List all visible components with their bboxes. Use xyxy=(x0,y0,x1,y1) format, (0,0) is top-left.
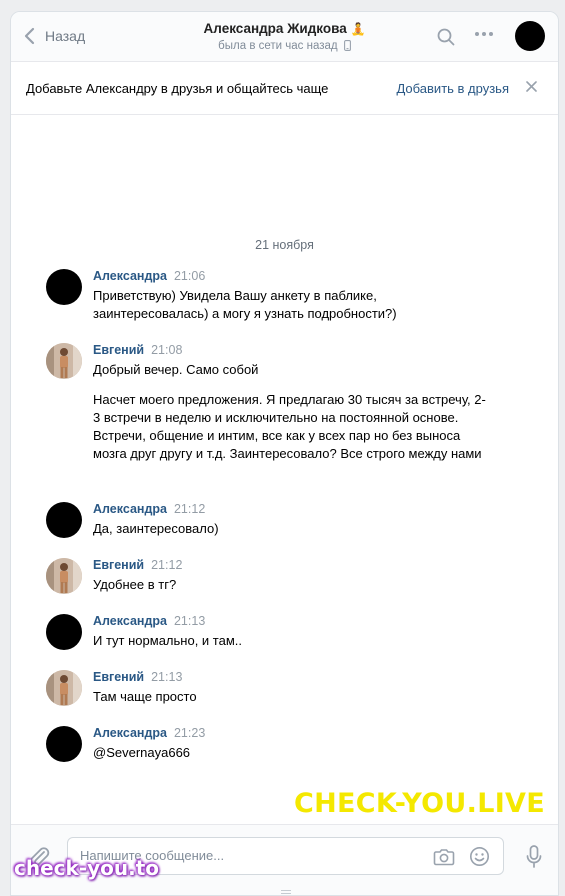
banner-text: Добавьте Александру в друзья и общайтесь… xyxy=(26,81,329,96)
message-paragraph: И тут нормально, и там.. xyxy=(93,633,242,648)
message-time[interactable]: 21:06 xyxy=(174,269,205,283)
close-icon[interactable] xyxy=(526,81,537,92)
author-avatar[interactable] xyxy=(46,343,82,379)
phone-icon xyxy=(343,40,351,51)
message-time[interactable]: 21:13 xyxy=(151,670,182,684)
contact-avatar[interactable] xyxy=(515,21,545,51)
message-time[interactable]: 21:08 xyxy=(151,343,182,357)
author-name[interactable]: Александра xyxy=(93,726,167,740)
message-paragraph: Удобнее в тг? xyxy=(93,577,177,592)
author-name[interactable]: Александра xyxy=(93,269,167,283)
author-name[interactable]: Евгений xyxy=(93,558,144,572)
chat-header: Назад Александра Жидкова 🧘 была в сети ч… xyxy=(11,12,558,62)
message-text: Там чаще просто xyxy=(93,688,493,706)
message-meta: Евгений 21:12 xyxy=(93,558,182,572)
message-paragraph: Приветствую) Увидела Вашу анкету в пабли… xyxy=(93,288,397,321)
author-name[interactable]: Александра xyxy=(93,614,167,628)
message-time[interactable]: 21:12 xyxy=(151,558,182,572)
person-photo-icon xyxy=(46,670,82,706)
message-text: И тут нормально, и там.. xyxy=(93,632,493,650)
date-divider: 21 ноября xyxy=(255,238,314,252)
message-paragraph: Там чаще просто xyxy=(93,689,197,704)
add-friend-banner: Добавьте Александру в друзья и общайтесь… xyxy=(11,62,558,115)
person-photo-icon xyxy=(46,558,82,594)
message-text: Приветствую) Увидела Вашу анкету в пабли… xyxy=(93,287,493,323)
author-avatar[interactable] xyxy=(46,670,82,706)
message-meta: Александра 21:13 xyxy=(93,614,205,628)
message-meta: Александра 21:12 xyxy=(93,502,205,516)
author-avatar[interactable] xyxy=(46,502,82,538)
message-meta: Александра 21:06 xyxy=(93,269,205,283)
watermark-live: CHECK-YOU.LIVE xyxy=(294,788,545,819)
status-text: была в сети час назад xyxy=(218,40,338,52)
message-text: @Severnaya666 xyxy=(93,744,493,762)
author-avatar[interactable] xyxy=(46,614,82,650)
author-avatar[interactable] xyxy=(46,558,82,594)
search-icon[interactable] xyxy=(436,27,456,47)
camera-icon[interactable] xyxy=(433,847,455,867)
person-photo-icon xyxy=(46,343,82,379)
message-meta: Александра 21:23 xyxy=(93,726,205,740)
message-time[interactable]: 21:12 xyxy=(174,502,205,516)
message-paragraph: Да, заинтересовало) xyxy=(93,521,219,536)
more-icon[interactable] xyxy=(474,31,494,37)
contact-name: Александра Жидкова xyxy=(203,21,347,36)
author-name[interactable]: Евгений xyxy=(93,670,144,684)
message-meta: Евгений 21:13 xyxy=(93,670,182,684)
watermark-to: check-you.to xyxy=(14,856,160,880)
message-time[interactable]: 21:23 xyxy=(174,726,205,740)
chat-window: Назад Александра Жидкова 🧘 была в сети ч… xyxy=(10,11,559,896)
message-text: Да, заинтересовало) xyxy=(93,520,493,538)
author-avatar[interactable] xyxy=(46,726,82,762)
online-status: была в сети час назад xyxy=(11,40,558,52)
message-time[interactable]: 21:13 xyxy=(174,614,205,628)
author-name[interactable]: Евгений xyxy=(93,343,144,357)
message-paragraph: Добрый вечер. Само собой xyxy=(93,362,259,377)
author-name[interactable]: Александра xyxy=(93,502,167,516)
resize-grip[interactable] xyxy=(281,890,291,894)
smile-icon[interactable] xyxy=(469,846,490,867)
title-emoji: 🧘 xyxy=(350,22,366,36)
message-meta: Евгений 21:08 xyxy=(93,343,182,357)
author-avatar[interactable] xyxy=(46,269,82,305)
message-paragraph: @Severnaya666 xyxy=(93,745,191,760)
microphone-icon[interactable] xyxy=(526,845,542,869)
add-friend-link[interactable]: Добавить в друзья xyxy=(396,81,509,96)
message-text: Удобнее в тг? xyxy=(93,576,493,594)
message-paragraph: Насчет моего предложения. Я предлагаю 30… xyxy=(93,392,486,461)
message-text: Добрый вечер. Само собой Насчет моего пре… xyxy=(93,361,493,463)
